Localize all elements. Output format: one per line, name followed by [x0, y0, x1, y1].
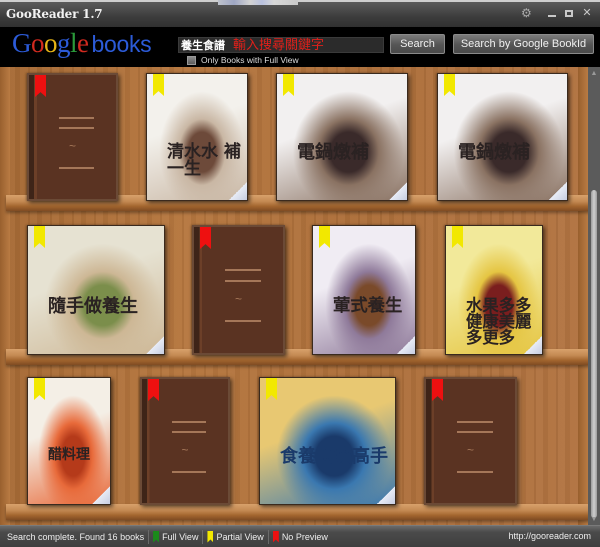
book-title: 醋料理	[48, 447, 90, 464]
cover-ornament-line	[225, 279, 261, 282]
cover-ornament-line	[457, 470, 493, 473]
cover-ornament-line	[172, 431, 207, 434]
yellow-bookmark-icon	[444, 74, 455, 96]
search-input[interactable]: 養生食譜 輸入搜尋關鍵字	[178, 37, 384, 53]
cover-ornament-line	[457, 420, 493, 423]
cover-ornament-icon: ~	[466, 443, 474, 457]
yellow-bookmark-icon	[266, 378, 277, 400]
book-cover[interactable]: 電鍋燉補	[276, 73, 408, 201]
search-input-value: 養生食譜	[181, 40, 225, 52]
yellow-bookmark-icon	[283, 74, 294, 96]
search-button[interactable]: Search	[390, 34, 445, 54]
red-bookmark-icon	[35, 75, 46, 97]
yellow-bookmark-icon	[34, 378, 45, 400]
shelf-side-left	[0, 67, 10, 525]
divider	[202, 529, 204, 544]
legend-no-preview: No Preview	[272, 530, 328, 543]
title-bar-strip	[218, 0, 298, 5]
minimize-icon[interactable]	[548, 14, 556, 17]
book-title: 葷式養生	[333, 295, 403, 316]
scroll-down-arrow-icon[interactable]: ▼	[590, 516, 598, 523]
yellow-bookmark-icon	[207, 530, 214, 543]
page-curl-icon	[397, 336, 415, 354]
page-curl-icon	[377, 486, 395, 504]
cover-ornament-icon: ~	[68, 139, 76, 153]
book-no-cover[interactable]: ~	[27, 73, 118, 201]
yellow-bookmark-icon	[319, 226, 330, 248]
red-bookmark-icon	[272, 530, 279, 543]
legend-partial-view: Partial View	[207, 530, 264, 543]
book-no-cover[interactable]: ~	[192, 225, 285, 355]
page-curl-icon	[92, 486, 110, 504]
full-view-only-option[interactable]: Only Books with Full View	[187, 55, 299, 65]
cover-ornament-line	[59, 116, 95, 119]
window-controls: ⚙ ✕	[521, 7, 592, 19]
book-cover[interactable]: 清水水 補一生	[146, 73, 248, 201]
divider	[267, 529, 269, 544]
yellow-bookmark-icon	[153, 74, 164, 96]
green-bookmark-icon	[153, 530, 160, 543]
scroll-up-arrow-icon[interactable]: ▲	[590, 70, 598, 77]
search-header: Google books 養生食譜 輸入搜尋關鍵字 Only Books with …	[0, 27, 600, 67]
cover-ornament-icon: ~	[181, 443, 189, 457]
website-link[interactable]: http://gooreader.com	[508, 531, 591, 541]
scroll-thumb[interactable]	[591, 190, 597, 518]
search-hint: 輸入搜尋關鍵字	[233, 37, 325, 52]
book-title: 隨手做養生	[48, 295, 138, 317]
cover-ornament-icon: ~	[234, 292, 242, 306]
page-curl-icon	[146, 336, 164, 354]
full-view-only-label: Only Books with Full View	[201, 55, 299, 65]
page-curl-icon	[229, 182, 247, 200]
book-title: 電鍋燉補	[297, 142, 369, 164]
book-cover[interactable]: 醋料理	[27, 377, 111, 505]
status-message: Search complete. Found 16 books	[7, 531, 145, 542]
search-by-bookid-button[interactable]: Search by Google BookId	[453, 34, 594, 54]
book-title: 清水水 補一生	[167, 142, 241, 180]
book-cover[interactable]: 電鍋燉補	[437, 73, 568, 201]
cover-ornament-line	[59, 127, 95, 130]
legend-full-view: Full View	[153, 530, 198, 543]
close-icon[interactable]: ✕	[582, 7, 592, 19]
gear-icon[interactable]: ⚙	[521, 7, 532, 19]
cover-ornament-line	[59, 166, 95, 169]
shelf-side-right	[578, 67, 588, 525]
red-bookmark-icon	[200, 227, 211, 249]
bookshelf: ~ 清水水 補一生 電鍋燉補 電鍋燉補隨手做養生 ~ 葷式養生 水果多多 健康美麗多更多醋料…	[0, 67, 594, 525]
page-curl-icon	[389, 182, 407, 200]
red-bookmark-icon	[148, 379, 159, 401]
app-title: GooReader 1.7	[6, 7, 103, 21]
book-cover[interactable]: 水果多多 健康美麗多更多	[445, 225, 543, 355]
maximize-icon[interactable]	[565, 9, 573, 17]
yellow-bookmark-icon	[34, 226, 45, 248]
cover-ornament-line	[225, 269, 261, 272]
page-curl-icon	[524, 336, 542, 354]
title-bar: GooReader 1.7 ⚙ ✕	[0, 0, 600, 27]
book-cover[interactable]: 隨手做養生	[27, 225, 165, 355]
book-title: 電鍋燉補	[458, 142, 530, 164]
divider	[148, 529, 150, 544]
cover-ornament-line	[225, 320, 261, 323]
cover-ornament-line	[172, 470, 207, 473]
book-no-cover[interactable]: ~	[140, 377, 230, 505]
cover-ornament-line	[172, 420, 207, 423]
book-cover[interactable]: 食養食療高手	[259, 377, 396, 505]
book-no-cover[interactable]: ~	[424, 377, 517, 505]
shelf-plank	[6, 504, 594, 520]
book-cover[interactable]: 葷式養生	[312, 225, 416, 355]
red-bookmark-icon	[432, 379, 443, 401]
page-curl-icon	[549, 182, 567, 200]
full-view-only-checkbox[interactable]	[187, 55, 196, 65]
google-books-logo: Google books	[12, 28, 152, 58]
yellow-bookmark-icon	[452, 226, 463, 248]
vertical-scrollbar[interactable]: ▲ ▼	[588, 67, 600, 525]
cover-ornament-line	[457, 431, 493, 434]
status-bar: Search complete. Found 16 books Full Vie…	[0, 525, 600, 547]
book-title: 食養食療高手	[280, 446, 388, 468]
